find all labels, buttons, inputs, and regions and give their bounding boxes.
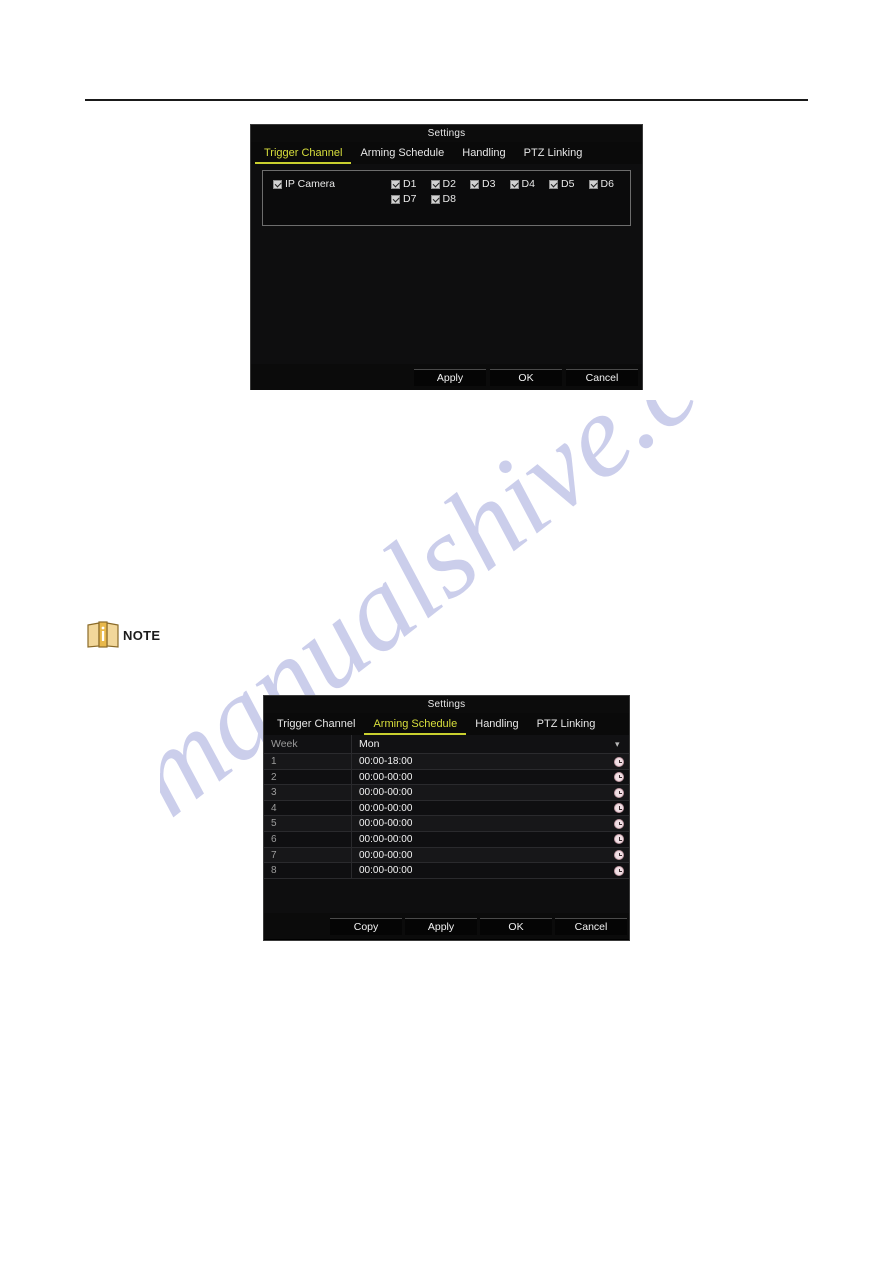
note-label: NOTE	[123, 627, 161, 643]
schedule-row[interactable]: 6 00:00-00:00	[264, 831, 629, 848]
channel-label: D1	[403, 178, 417, 190]
channel-checkbox-d7[interactable]: D7	[391, 194, 431, 205]
channel-label: D2	[442, 178, 456, 190]
schedule-row-time[interactable]: 00:00-18:00	[352, 754, 629, 769]
checkbox-icon[interactable]	[391, 195, 400, 204]
clock-icon[interactable]	[614, 834, 624, 845]
checkbox-icon[interactable]	[470, 180, 479, 189]
checkbox-icon[interactable]	[391, 180, 400, 189]
schedule-row-index: 5	[264, 816, 352, 831]
channel-checkbox-d8[interactable]: D8	[430, 193, 471, 205]
dialog-tabs: Trigger Channel Arming Schedule Handling…	[264, 713, 629, 735]
schedule-row-index: 3	[264, 785, 352, 800]
clock-icon[interactable]	[614, 756, 624, 767]
checkbox-icon[interactable]	[509, 180, 519, 189]
week-selector-row: Week Mon ▾	[264, 735, 629, 754]
clock-icon[interactable]	[614, 787, 624, 798]
cancel-button[interactable]: Cancel	[566, 368, 638, 386]
channel-checkbox-d1[interactable]: D1	[391, 179, 431, 190]
schedule-row-index: 2	[264, 769, 352, 785]
channel-checkbox-d3[interactable]: D3	[470, 179, 510, 190]
schedule-row[interactable]: 2 00:00-00:00	[264, 769, 629, 786]
chevron-down-icon[interactable]: ▾	[615, 740, 622, 749]
channel-label: D5	[561, 178, 575, 190]
cancel-button[interactable]: Cancel	[555, 917, 627, 935]
channel-label: D8	[442, 193, 456, 205]
schedule-row[interactable]: 1 00:00-18:00	[264, 754, 629, 770]
page-header-rule	[85, 99, 808, 101]
schedule-row[interactable]: 3 00:00-00:00	[264, 785, 629, 801]
clock-icon[interactable]	[614, 850, 624, 861]
apply-button[interactable]: Apply	[414, 368, 486, 386]
dialog-title: Settings	[251, 125, 642, 142]
channel-checkbox-d4[interactable]: D4	[509, 178, 550, 190]
trigger-channel-body: IP Camera D1 D2 D3 D4 D5 D6 D7 D8	[251, 164, 642, 364]
channel-checkbox-d5[interactable]: D5	[549, 179, 589, 190]
tab-trigger-channel[interactable]: Trigger Channel	[255, 146, 352, 164]
checkbox-icon[interactable]	[588, 180, 598, 189]
schedule-row-time[interactable]: 00:00-00:00	[352, 848, 629, 863]
schedule-empty-area	[264, 878, 629, 907]
schedule-row-index: 6	[264, 831, 352, 847]
schedule-row-time[interactable]: 00:00-00:00	[352, 863, 629, 878]
tab-handling[interactable]: Handling	[466, 717, 527, 735]
trigger-channel-dialog: Settings Trigger Channel Arming Schedule…	[250, 124, 643, 390]
channel-checkbox-d6[interactable]: D6	[588, 178, 629, 190]
checkbox-icon[interactable]	[549, 180, 558, 189]
channel-selection-panel: IP Camera D1 D2 D3 D4 D5 D6 D7 D8	[262, 170, 631, 226]
week-dropdown[interactable]: Mon ▾	[352, 735, 629, 753]
arming-schedule-dialog: Settings Trigger Channel Arming Schedule…	[263, 695, 630, 941]
schedule-row-index: 8	[264, 863, 352, 878]
schedule-row[interactable]: 4 00:00-00:00	[264, 800, 629, 817]
dialog-tabs: Trigger Channel Arming Schedule Handling…	[251, 142, 642, 164]
tab-ptz-linking[interactable]: PTZ Linking	[515, 146, 592, 164]
clock-icon[interactable]	[614, 865, 624, 876]
copy-button[interactable]: Copy	[330, 917, 402, 935]
ok-button[interactable]: OK	[490, 368, 562, 386]
note-book-icon	[87, 621, 119, 648]
schedule-row-index: 1	[264, 754, 352, 769]
channel-label: D4	[521, 178, 535, 190]
week-label: Week	[264, 735, 352, 753]
tab-arming-schedule[interactable]: Arming Schedule	[351, 146, 453, 164]
schedule-row-time[interactable]: 00:00-00:00	[352, 801, 629, 816]
trigger-dialog-footer: Apply OK Cancel	[251, 364, 642, 390]
apply-button[interactable]: Apply	[405, 917, 477, 935]
schedule-dialog-footer: Copy Apply OK Cancel	[264, 913, 629, 939]
tab-ptz-linking[interactable]: PTZ Linking	[528, 717, 605, 735]
checkbox-icon[interactable]	[430, 195, 440, 204]
tab-arming-schedule[interactable]: Arming Schedule	[364, 717, 467, 735]
schedule-row-time[interactable]: 00:00-00:00	[352, 832, 629, 847]
channel-label: D7	[403, 193, 417, 205]
arming-schedule-body: Week Mon ▾ 1 00:00-18:00 2 00:00-00:00 3…	[264, 735, 629, 913]
clock-icon[interactable]	[614, 772, 624, 783]
channel-label: D3	[482, 178, 496, 190]
note-block: NOTE	[86, 620, 160, 650]
schedule-row[interactable]: 8 00:00-00:00	[264, 863, 629, 879]
clock-icon[interactable]	[614, 818, 624, 829]
channel-checkbox-grid: D1 D2 D3 D4 D5 D6 D7 D8	[391, 179, 628, 205]
schedule-row-time[interactable]: 00:00-00:00	[352, 770, 629, 785]
dialog-title: Settings	[264, 696, 629, 713]
ok-button[interactable]: OK	[480, 917, 552, 935]
schedule-row-index: 4	[264, 800, 352, 816]
tab-handling[interactable]: Handling	[453, 146, 514, 164]
schedule-row-time[interactable]: 00:00-00:00	[352, 785, 629, 800]
ip-camera-checkbox[interactable]: IP Camera	[273, 179, 335, 190]
ip-camera-label: IP Camera	[285, 178, 335, 190]
checkbox-icon[interactable]	[430, 180, 440, 189]
channel-label: D6	[600, 178, 614, 190]
schedule-row-index: 7	[264, 847, 352, 863]
schedule-row[interactable]: 5 00:00-00:00	[264, 816, 629, 832]
checkbox-icon[interactable]	[273, 180, 282, 189]
tab-trigger-channel[interactable]: Trigger Channel	[268, 717, 364, 735]
week-dropdown-value: Mon	[359, 738, 380, 750]
clock-icon[interactable]	[614, 803, 624, 814]
schedule-row-time[interactable]: 00:00-00:00	[352, 816, 629, 831]
schedule-row[interactable]: 7 00:00-00:00	[264, 847, 629, 864]
channel-checkbox-d2[interactable]: D2	[430, 178, 471, 190]
